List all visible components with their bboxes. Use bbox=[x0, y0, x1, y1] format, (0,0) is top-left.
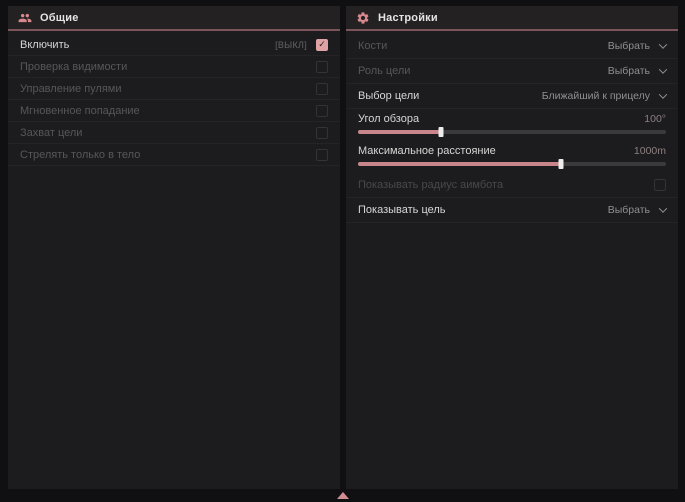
slider-thumb[interactable] bbox=[439, 127, 444, 137]
settings-panel: Настройки Кости Выбрать Роль цели Выбрать Вы… bbox=[346, 6, 678, 489]
checkbox[interactable] bbox=[316, 83, 328, 95]
row-controls bbox=[316, 83, 328, 95]
settings-panel-body: Кости Выбрать Роль цели Выбрать Выбор цели Бл… bbox=[346, 31, 678, 223]
slider-track[interactable] bbox=[358, 130, 666, 134]
chevron-down-icon bbox=[659, 90, 667, 98]
settings-panel-title: Настройки bbox=[378, 12, 438, 24]
dropdown-value: Ближайший к прицелу bbox=[542, 90, 650, 102]
settings-panel-header: Настройки bbox=[346, 6, 678, 31]
row-label: Показывать радиус аимбота bbox=[358, 179, 503, 191]
slider-row: Угол обзора 100° bbox=[346, 109, 678, 141]
row-controls: Выбрать bbox=[608, 65, 666, 77]
slider-value: 100° bbox=[644, 113, 666, 125]
dropdown[interactable]: Выбрать bbox=[608, 204, 666, 216]
row-label: Выбор цели bbox=[358, 90, 419, 102]
state-tag: [ВЫКЛ] bbox=[275, 40, 307, 50]
general-panel-title: Общие bbox=[40, 12, 79, 24]
dropdown-row[interactable]: Кости Выбрать bbox=[346, 34, 678, 59]
slider-thumb[interactable] bbox=[559, 159, 564, 169]
toggle-row[interactable]: Управление пулями bbox=[8, 78, 340, 100]
row-controls bbox=[316, 127, 328, 139]
checkbox[interactable] bbox=[316, 127, 328, 139]
row-label: Управление пулями bbox=[20, 83, 122, 95]
row-controls bbox=[316, 61, 328, 73]
dropdown-value: Выбрать bbox=[608, 204, 650, 216]
chevron-down-icon bbox=[659, 204, 667, 212]
dropdown[interactable]: Выбрать bbox=[608, 40, 666, 52]
row-controls bbox=[654, 179, 666, 191]
row-label: Максимальное расстояние bbox=[358, 145, 496, 157]
toggle-row[interactable]: Стрелять только в тело bbox=[8, 144, 340, 166]
general-panel-header: Общие bbox=[8, 6, 340, 31]
row-label: Роль цели bbox=[358, 65, 410, 77]
users-icon bbox=[18, 11, 32, 25]
mod-menu: Общие Включить [ВЫКЛ] ✓ Проверка видимости У… bbox=[0, 0, 685, 502]
chevron-down-icon bbox=[659, 40, 667, 48]
general-panel: Общие Включить [ВЫКЛ] ✓ Проверка видимости У… bbox=[8, 6, 340, 489]
row-label: Захват цели bbox=[20, 127, 82, 139]
row-controls bbox=[316, 105, 328, 117]
row-controls: Ближайший к прицелу bbox=[542, 90, 666, 102]
dropdown-value: Выбрать bbox=[608, 40, 650, 52]
toggle-row[interactable]: Показывать радиус аимбота bbox=[346, 173, 678, 198]
dropdown[interactable]: Выбрать bbox=[608, 65, 666, 77]
row-controls: Выбрать bbox=[608, 40, 666, 52]
toggle-row[interactable]: Захват цели bbox=[8, 122, 340, 144]
slider-fill bbox=[358, 162, 561, 166]
dropdown-row[interactable]: Выбор цели Ближайший к прицелу bbox=[346, 84, 678, 109]
checkbox[interactable] bbox=[316, 105, 328, 117]
dropdown[interactable]: Ближайший к прицелу bbox=[542, 90, 666, 102]
row-label: Показывать цель bbox=[358, 204, 446, 216]
row-controls: Выбрать bbox=[608, 204, 666, 216]
row-label: Стрелять только в тело bbox=[20, 149, 140, 161]
toggle-row[interactable]: Мгновенное попадание bbox=[8, 100, 340, 122]
toggle-row[interactable]: Проверка видимости bbox=[8, 56, 340, 78]
row-controls: [ВЫКЛ] ✓ bbox=[275, 39, 328, 51]
row-label: Мгновенное попадание bbox=[20, 105, 140, 117]
checkbox[interactable] bbox=[316, 149, 328, 161]
row-label: Включить bbox=[20, 39, 69, 51]
expand-arrow-icon[interactable] bbox=[337, 492, 349, 499]
row-controls bbox=[316, 149, 328, 161]
checkbox[interactable]: ✓ bbox=[316, 39, 328, 51]
slider-row-header: Максимальное расстояние 1000m bbox=[358, 145, 666, 157]
slider-fill bbox=[358, 130, 441, 134]
checkbox[interactable] bbox=[316, 61, 328, 73]
gear-icon bbox=[356, 11, 370, 25]
slider-track[interactable] bbox=[358, 162, 666, 166]
chevron-down-icon bbox=[659, 65, 667, 73]
dropdown-value: Выбрать bbox=[608, 65, 650, 77]
row-label: Кости bbox=[358, 40, 387, 52]
row-label: Угол обзора bbox=[358, 113, 419, 125]
slider-value: 1000m bbox=[634, 145, 666, 157]
dropdown-row[interactable]: Роль цели Выбрать bbox=[346, 59, 678, 84]
general-panel-body: Включить [ВЫКЛ] ✓ Проверка видимости Управле… bbox=[8, 31, 340, 166]
slider-row-header: Угол обзора 100° bbox=[358, 113, 666, 125]
slider-row: Максимальное расстояние 1000m bbox=[346, 141, 678, 173]
checkbox[interactable] bbox=[654, 179, 666, 191]
toggle-row[interactable]: Включить [ВЫКЛ] ✓ bbox=[8, 34, 340, 56]
dropdown-row[interactable]: Показывать цель Выбрать bbox=[346, 198, 678, 223]
row-label: Проверка видимости bbox=[20, 61, 127, 73]
